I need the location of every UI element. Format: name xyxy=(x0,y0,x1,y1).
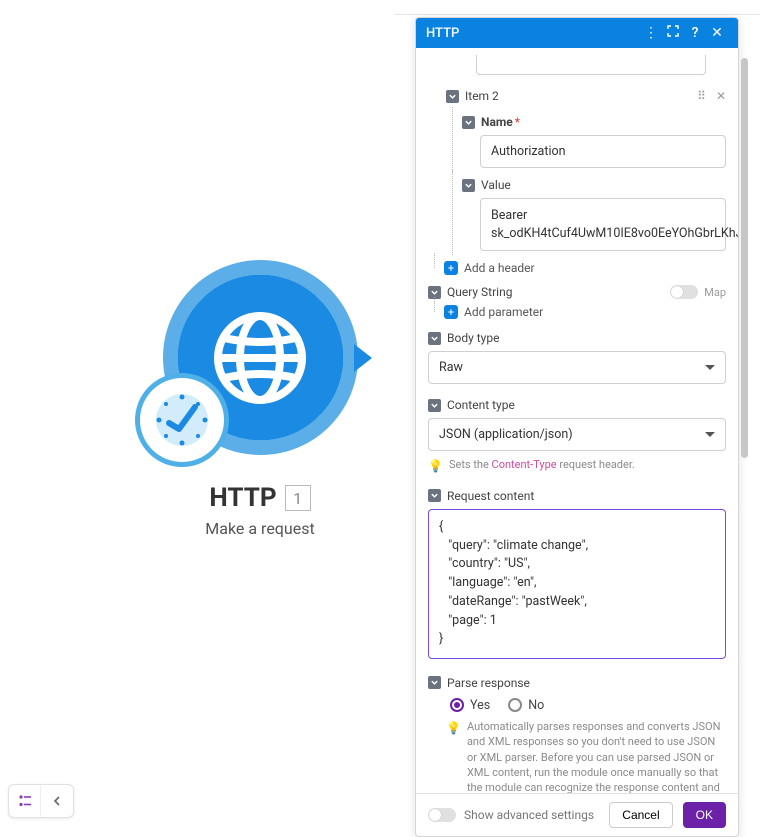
bulb-icon: 💡 xyxy=(428,458,443,475)
module-output-pointer xyxy=(354,344,372,372)
header-value-input[interactable]: Bearer sk_odKH4tCuf4UwM10IE8vo0EeYOhGbrL… xyxy=(480,198,726,251)
scenario-canvas[interactable]: HTTP 1 Make a request xyxy=(0,0,395,836)
clock-icon[interactable] xyxy=(135,373,229,467)
flow-tool-button[interactable] xyxy=(9,785,41,817)
chevron-down-icon[interactable] xyxy=(462,179,475,192)
add-parameter-button[interactable]: + Add parameter xyxy=(428,305,726,319)
add-header-button[interactable]: + Add a header xyxy=(428,261,726,275)
body-type-select[interactable]: Raw xyxy=(428,351,726,384)
name-label: Name xyxy=(481,115,513,129)
parse-response-label: Parse response xyxy=(447,676,530,690)
chevron-down-icon[interactable] xyxy=(428,489,441,502)
radio-selected-icon xyxy=(450,698,464,712)
advanced-settings-label: Show advanced settings xyxy=(464,808,594,822)
ok-button[interactable]: OK xyxy=(683,802,726,828)
previous-input-partial[interactable] xyxy=(476,55,706,75)
content-type-select[interactable]: JSON (application/json) xyxy=(428,418,726,451)
add-parameter-label: Add parameter xyxy=(464,305,543,319)
remove-item-icon[interactable]: ✕ xyxy=(716,89,726,103)
content-type-label: Content type xyxy=(447,398,515,412)
help-icon[interactable]: ? xyxy=(684,25,706,41)
globe-icon xyxy=(210,308,310,408)
panel-body: Item 2 ⠿ ✕ Name * Val xyxy=(416,48,738,793)
module-number-badge[interactable]: 1 xyxy=(285,485,311,511)
drag-handle-icon[interactable]: ⠿ xyxy=(697,89,706,103)
panel-footer: Show advanced settings Cancel OK xyxy=(416,793,738,836)
module-subtitle: Make a request xyxy=(150,519,370,538)
module-title: HTTP xyxy=(209,483,276,513)
radio-unselected-icon xyxy=(508,698,522,712)
plus-icon: + xyxy=(444,305,458,319)
module-title-row: HTTP 1 xyxy=(150,483,370,513)
request-content-textarea[interactable] xyxy=(428,509,726,659)
cancel-button[interactable]: Cancel xyxy=(609,802,672,828)
body-type-value: Raw xyxy=(439,360,463,375)
close-icon[interactable]: ✕ xyxy=(706,25,728,41)
body-type-label: Body type xyxy=(447,331,499,345)
item-2-row: Item 2 ⠿ ✕ xyxy=(446,87,726,105)
caret-down-icon xyxy=(705,365,715,370)
map-label: Map xyxy=(704,286,726,299)
panel-header: HTTP ⋮ ? ✕ xyxy=(416,18,738,48)
bulb-icon: 💡 xyxy=(446,720,461,737)
content-type-hint: 💡 Sets the Content-Type request header. xyxy=(428,457,726,475)
query-string-map-toggle[interactable] xyxy=(670,285,698,299)
collapse-tool-button[interactable] xyxy=(41,785,73,817)
chevron-down-icon[interactable] xyxy=(428,676,441,689)
caret-down-icon xyxy=(705,432,715,437)
parse-response-no[interactable]: No xyxy=(508,698,544,713)
content-type-value: JSON (application/json) xyxy=(439,427,573,442)
value-label: Value xyxy=(481,178,511,192)
plus-icon: + xyxy=(444,261,458,275)
more-icon[interactable]: ⋮ xyxy=(640,25,662,41)
parse-response-hint: 💡 Automatically parses responses and con… xyxy=(428,719,726,793)
http-config-panel: HTTP ⋮ ? ✕ Item 2 ⠿ ✕ xyxy=(415,17,739,837)
parse-response-radio-group: Yes No xyxy=(450,698,726,713)
chevron-down-icon[interactable] xyxy=(428,332,441,345)
advanced-settings-toggle[interactable] xyxy=(428,808,456,822)
item-2-label: Item 2 xyxy=(465,89,499,103)
query-string-label: Query String xyxy=(447,285,512,299)
chevron-down-icon[interactable] xyxy=(428,399,441,412)
required-star: * xyxy=(515,115,520,129)
chevron-down-icon[interactable] xyxy=(446,90,459,103)
expand-icon[interactable] xyxy=(662,25,684,41)
http-module-node[interactable]: HTTP 1 Make a request xyxy=(150,260,370,538)
panel-scrollbar-thumb[interactable] xyxy=(741,58,748,458)
panel-title: HTTP xyxy=(426,26,459,41)
bottom-toolbar xyxy=(8,784,74,818)
parse-response-yes[interactable]: Yes xyxy=(450,698,490,713)
request-content-label: Request content xyxy=(447,489,534,503)
chevron-down-icon[interactable] xyxy=(462,116,475,129)
add-header-label: Add a header xyxy=(464,261,535,275)
http-module-circle[interactable] xyxy=(163,260,358,455)
header-name-input[interactable] xyxy=(480,135,726,168)
